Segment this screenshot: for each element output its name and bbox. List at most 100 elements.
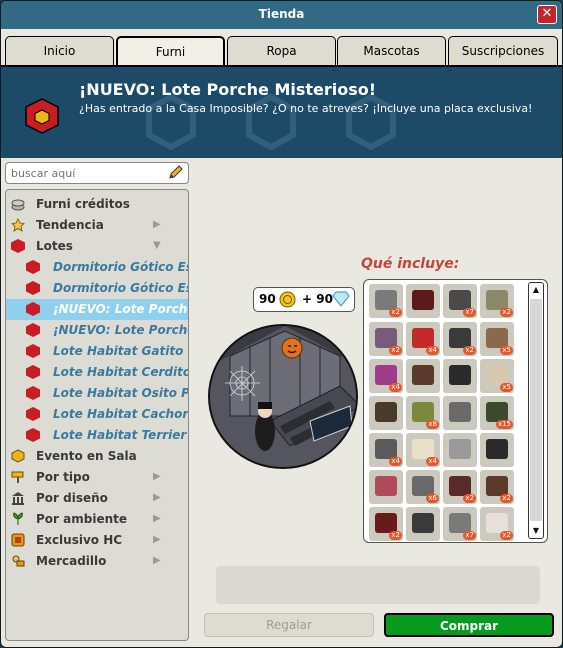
category-label: Evento en Sala <box>36 449 137 463</box>
bundle-item[interactable]: x4 <box>369 433 403 467</box>
bundle-item[interactable] <box>443 433 477 467</box>
subcategory-label: Lote Habitat Gatito <box>53 344 184 358</box>
price-tag: 90 + 90 <box>253 287 355 312</box>
bundle-items-grid: x2 x7 x2 x2 x4 x2 x5 x4 x5 x8 x15 x4 x4 … <box>363 279 548 543</box>
search-input[interactable] <box>11 164 161 183</box>
tab-inicio[interactable]: Inicio <box>5 36 114 65</box>
diamond-icon <box>332 291 350 307</box>
bundle-item[interactable] <box>443 396 477 430</box>
subcategory-item[interactable]: Dormitorio Gótico Espeluznante <box>6 257 188 278</box>
tab-ropa[interactable]: Ropa <box>227 36 336 65</box>
bundle-item[interactable] <box>369 470 403 504</box>
tab-suscripciones[interactable]: Suscripciones <box>448 36 558 65</box>
pencil-icon[interactable] <box>167 165 183 181</box>
bundle-item[interactable] <box>480 433 514 467</box>
item-quantity: x2 <box>500 531 513 540</box>
scroll-thumb[interactable] <box>530 299 542 521</box>
subcategory-label: Lote Habitat Osito Polar <box>53 386 188 400</box>
gift-button[interactable]: Regalar <box>204 613 374 637</box>
bundle-item[interactable] <box>369 396 403 430</box>
bundle-item[interactable]: x2 <box>369 284 403 318</box>
bundle-item[interactable]: x2 <box>369 322 403 356</box>
subcategory-item[interactable]: Lote Habitat Gatito <box>6 341 188 362</box>
bundle-item[interactable]: x6 <box>406 470 440 504</box>
bundle-item[interactable]: x2 <box>443 470 477 504</box>
search-box[interactable] <box>5 162 189 184</box>
columns-icon <box>12 492 24 505</box>
subcategory-item[interactable]: Lote Habitat Terrier <box>6 425 188 446</box>
item-quantity: x7 <box>463 308 476 317</box>
bundle-item[interactable]: x7 <box>443 284 477 318</box>
coins-stack-icon <box>11 199 25 211</box>
subcategory-label: ¡NUEVO: Lote Porche Misterioso! <box>53 323 188 337</box>
bundle-item[interactable]: x5 <box>480 322 514 356</box>
bundle-item[interactable]: x4 <box>406 322 440 356</box>
credit-coin-icon <box>279 291 296 308</box>
scroll-up-icon[interactable]: ▲ <box>530 284 542 296</box>
category-lotes[interactable]: Lotes ▼ <box>6 236 188 257</box>
bundle-item[interactable] <box>406 284 440 318</box>
category-label: Lotes <box>36 239 73 253</box>
scroll-down-icon[interactable]: ▼ <box>530 525 542 537</box>
subcategory-item[interactable]: ¡NUEVO: Lote Porche Misterioso! <box>6 320 188 341</box>
subcategory-item[interactable]: Lote Habitat Cachorro <box>6 404 188 425</box>
category-evento-en-sala[interactable]: Evento en Sala <box>6 446 188 467</box>
bundle-item[interactable]: x15 <box>480 396 514 430</box>
promo-banner: ¡NUEVO: Lote Porche Misterioso! ¿Has ent… <box>1 65 562 158</box>
tab-furni[interactable]: Furni <box>116 36 225 66</box>
item-quantity: x4 <box>426 457 439 466</box>
bundle-item[interactable]: x2 <box>480 507 514 541</box>
item-quantity: x6 <box>426 494 439 503</box>
bundle-cube-icon <box>26 386 40 400</box>
banner-subtitle: ¿Has entrado a la Casa Imposible? ¿O no … <box>79 102 533 115</box>
item-quantity: x4 <box>389 383 402 392</box>
bundle-item[interactable]: x4 <box>369 359 403 393</box>
item-quantity: x2 <box>463 346 476 355</box>
category-label: Por ambiente <box>36 512 127 526</box>
category-tendencia[interactable]: Tendencia ▶ <box>6 215 188 236</box>
close-button[interactable]: ✕ <box>537 5 557 24</box>
item-quantity: x2 <box>389 308 402 317</box>
bundle-item[interactable]: x5 <box>480 359 514 393</box>
bundle-preview-image <box>208 324 358 469</box>
item-quantity: x2 <box>389 531 402 540</box>
buy-button[interactable]: Comprar <box>384 613 554 637</box>
bundle-item[interactable]: x7 <box>443 507 477 541</box>
tab-mascotas[interactable]: Mascotas <box>337 36 446 65</box>
subcategory-label: ¡NUEVO: Lote Porche Misterioso! <box>53 302 188 316</box>
subcategory-item-selected[interactable]: ¡NUEVO: Lote Porche Misterioso! <box>6 299 188 320</box>
includes-title: Qué incluye: <box>361 256 460 272</box>
bundle-cube-icon <box>26 344 40 358</box>
bundle-cube-icon <box>26 407 40 421</box>
bundle-item[interactable]: x2 <box>480 470 514 504</box>
chevron-right-icon: ▶ <box>153 555 161 566</box>
category-por-ambiente[interactable]: Por ambiente ▶ <box>6 509 188 530</box>
category-label: Tendencia <box>36 218 104 232</box>
bundle-item[interactable]: x2 <box>480 284 514 318</box>
item-quantity: x8 <box>426 420 439 429</box>
category-mercadillo[interactable]: Mercadillo ▶ <box>6 551 188 572</box>
subcategory-item[interactable]: Lote Habitat Cerdito <box>6 362 188 383</box>
bundle-item[interactable]: x8 <box>406 396 440 430</box>
category-exclusivo-hc[interactable]: Exclusivo HC ▶ <box>6 530 188 551</box>
bundle-item[interactable]: x4 <box>406 433 440 467</box>
bundle-item[interactable] <box>443 359 477 393</box>
item-quantity: x2 <box>463 494 476 503</box>
items-scrollbar[interactable]: ▲ ▼ <box>528 282 544 539</box>
category-furni-creditos[interactable]: Furni créditos <box>6 194 188 215</box>
tab-strip: Inicio Furni Ropa Mascotas Suscripciones <box>1 29 562 66</box>
window-title: Tienda <box>258 7 305 21</box>
category-por-tipo[interactable]: Por tipo ▶ <box>6 467 188 488</box>
subcategory-item[interactable]: Dormitorio Gótico Espeluznante <box>6 278 188 299</box>
item-quantity: x4 <box>389 457 402 466</box>
bundle-item[interactable]: x2 <box>369 507 403 541</box>
bundle-item[interactable]: x2 <box>443 322 477 356</box>
bundle-cube-icon <box>25 98 59 134</box>
subcategory-item[interactable]: Lote Habitat Osito Polar <box>6 383 188 404</box>
subcategory-label: Lote Habitat Cachorro <box>53 407 188 421</box>
bundle-item[interactable] <box>406 507 440 541</box>
bundle-item[interactable] <box>406 359 440 393</box>
window-titlebar[interactable]: Tienda ✕ <box>1 1 562 29</box>
item-quantity: x2 <box>500 308 513 317</box>
category-por-diseno[interactable]: Por diseño ▶ <box>6 488 188 509</box>
